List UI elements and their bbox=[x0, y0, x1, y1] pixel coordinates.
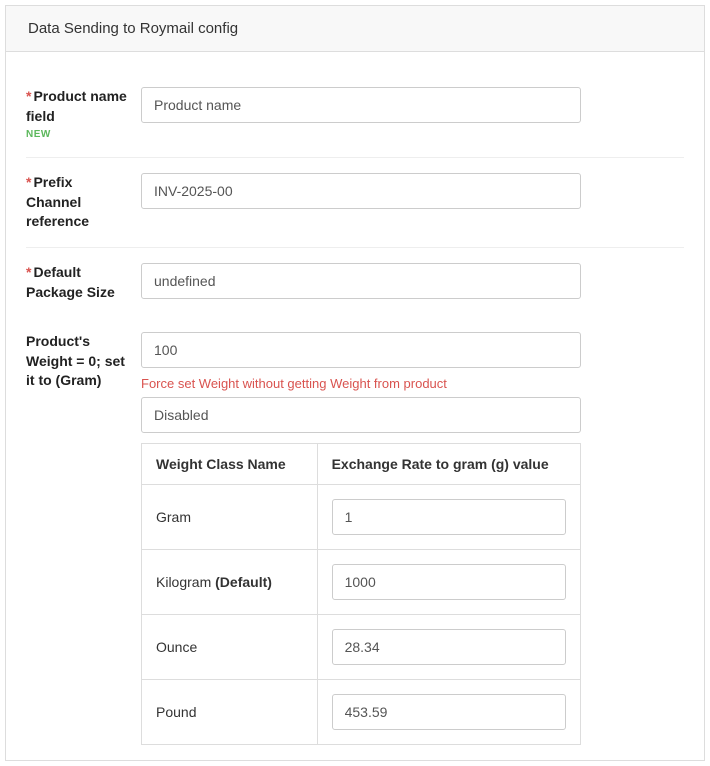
exchange-rate-input[interactable] bbox=[332, 564, 566, 600]
weight-class-name-cell: Gram bbox=[142, 485, 318, 550]
table-row: Pound bbox=[142, 680, 581, 745]
panel-body: *Product name field NEW *Prefix Channel … bbox=[6, 52, 704, 760]
config-panel: Data Sending to Roymail config *Product … bbox=[5, 5, 705, 761]
exchange-rate-cell bbox=[317, 485, 580, 550]
badge-new: NEW bbox=[26, 128, 131, 142]
weight-class-name-cell: Kilogram (Default) bbox=[142, 550, 318, 615]
table-row: Ounce bbox=[142, 615, 581, 680]
exchange-rate-cell bbox=[317, 550, 580, 615]
exchange-rate-input[interactable] bbox=[332, 499, 566, 535]
required-asterisk: * bbox=[26, 174, 31, 190]
th-weight-class-name: Weight Class Name bbox=[142, 444, 318, 485]
row-package-size: *Default Package Size bbox=[26, 248, 684, 317]
weight-input[interactable] bbox=[141, 332, 581, 368]
weight-class-name-cell: Ounce bbox=[142, 615, 318, 680]
required-asterisk: * bbox=[26, 88, 31, 104]
row-product-name: *Product name field NEW bbox=[26, 72, 684, 158]
table-row: Kilogram (Default) bbox=[142, 550, 581, 615]
default-suffix: (Default) bbox=[211, 574, 272, 590]
exchange-rate-cell bbox=[317, 615, 580, 680]
weight-disabled-select[interactable] bbox=[141, 397, 581, 433]
prefix-channel-input[interactable] bbox=[141, 173, 581, 209]
required-asterisk: * bbox=[26, 264, 31, 280]
label-product-name: *Product name field NEW bbox=[26, 87, 141, 142]
weight-class-name-cell: Pound bbox=[142, 680, 318, 745]
table-row: Gram bbox=[142, 485, 581, 550]
weight-help-text: Force set Weight without getting Weight … bbox=[141, 376, 684, 391]
row-prefix-channel: *Prefix Channel reference bbox=[26, 158, 684, 248]
exchange-rate-cell bbox=[317, 680, 580, 745]
panel-title: Data Sending to Roymail config bbox=[6, 6, 704, 52]
package-size-input[interactable] bbox=[141, 263, 581, 299]
exchange-rate-input[interactable] bbox=[332, 694, 566, 730]
label-prefix-channel: *Prefix Channel reference bbox=[26, 173, 141, 232]
th-exchange-rate: Exchange Rate to gram (g) value bbox=[317, 444, 580, 485]
exchange-rate-input[interactable] bbox=[332, 629, 566, 665]
label-weight: Product's Weight = 0; set it to (Gram) bbox=[26, 332, 141, 745]
row-weight: Product's Weight = 0; set it to (Gram) F… bbox=[26, 317, 684, 760]
weight-table-body: GramKilogram (Default)OuncePound bbox=[142, 485, 581, 745]
weight-class-table: Weight Class Name Exchange Rate to gram … bbox=[141, 443, 581, 745]
product-name-input[interactable] bbox=[141, 87, 581, 123]
label-package-size: *Default Package Size bbox=[26, 263, 141, 302]
